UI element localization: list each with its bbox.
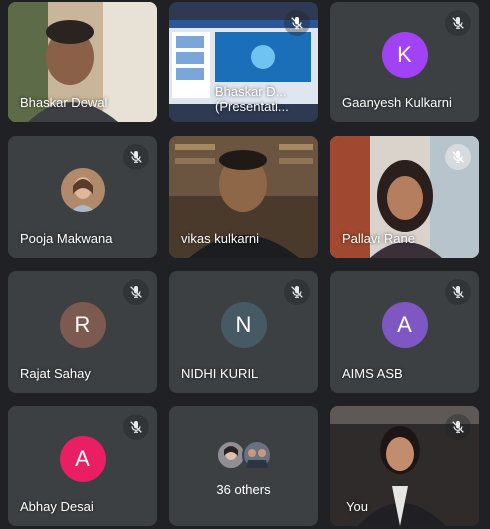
mic-off-icon — [445, 144, 471, 170]
participant-name: Bhaskar Dewal — [20, 95, 108, 110]
avatar: R — [59, 301, 106, 348]
avatar-photo — [60, 167, 105, 212]
participant-name: Rajat Sahay — [20, 366, 91, 381]
mic-off-icon — [123, 144, 149, 170]
participant-tile-aims[interactable]: A AIMS ASB — [330, 271, 479, 393]
participant-tile-vikas[interactable]: vikas kulkarni — [169, 136, 318, 258]
participant-tile-nidhi[interactable]: N NIDHI KURIL — [169, 271, 318, 393]
participant-tile-you[interactable]: You — [330, 406, 479, 526]
mic-off-icon — [445, 10, 471, 36]
participant-tile-bhaskar[interactable]: Bhaskar Dewal — [8, 2, 157, 122]
participant-name: Pallavi Rane — [342, 231, 415, 246]
participant-tile-pallavi[interactable]: Pallavi Rane — [330, 136, 479, 258]
participant-name: NIDHI KURIL — [181, 366, 259, 381]
participant-name: Pooja Makwana — [20, 231, 113, 246]
avatar: N — [220, 301, 267, 348]
participant-name: AIMS ASB — [342, 366, 403, 381]
avatar: A — [59, 435, 106, 482]
others-count: 36 others — [216, 482, 271, 497]
mic-off-icon — [123, 279, 149, 305]
participant-tile-rajat[interactable]: R Rajat Sahay — [8, 271, 157, 393]
avatar: K — [381, 31, 428, 78]
participant-tile-presentation[interactable]: Bhaskar D... (Presentati... — [169, 2, 318, 122]
participant-tile-pooja[interactable]: Pooja Makwana — [8, 136, 157, 258]
participant-name: Abhay Desai — [20, 499, 94, 514]
others-avatars — [215, 440, 272, 470]
participant-name: Gaanyesh Kulkarni — [342, 95, 452, 110]
participant-tile-gaanyesh[interactable]: K Gaanyesh Kulkarni — [330, 2, 479, 122]
mic-off-icon — [123, 414, 149, 440]
participant-tile-abhay[interactable]: A Abhay Desai — [8, 406, 157, 526]
participant-name: vikas kulkarni — [181, 231, 260, 246]
participant-name: Bhaskar D... (Presentati... — [215, 84, 289, 114]
mic-off-icon — [284, 279, 310, 305]
others-tile[interactable]: 36 others — [169, 406, 318, 526]
mic-off-icon — [445, 414, 471, 440]
mic-off-icon — [445, 279, 471, 305]
participant-name: You — [346, 499, 368, 514]
mic-off-icon — [284, 10, 310, 36]
avatar: A — [381, 301, 428, 348]
